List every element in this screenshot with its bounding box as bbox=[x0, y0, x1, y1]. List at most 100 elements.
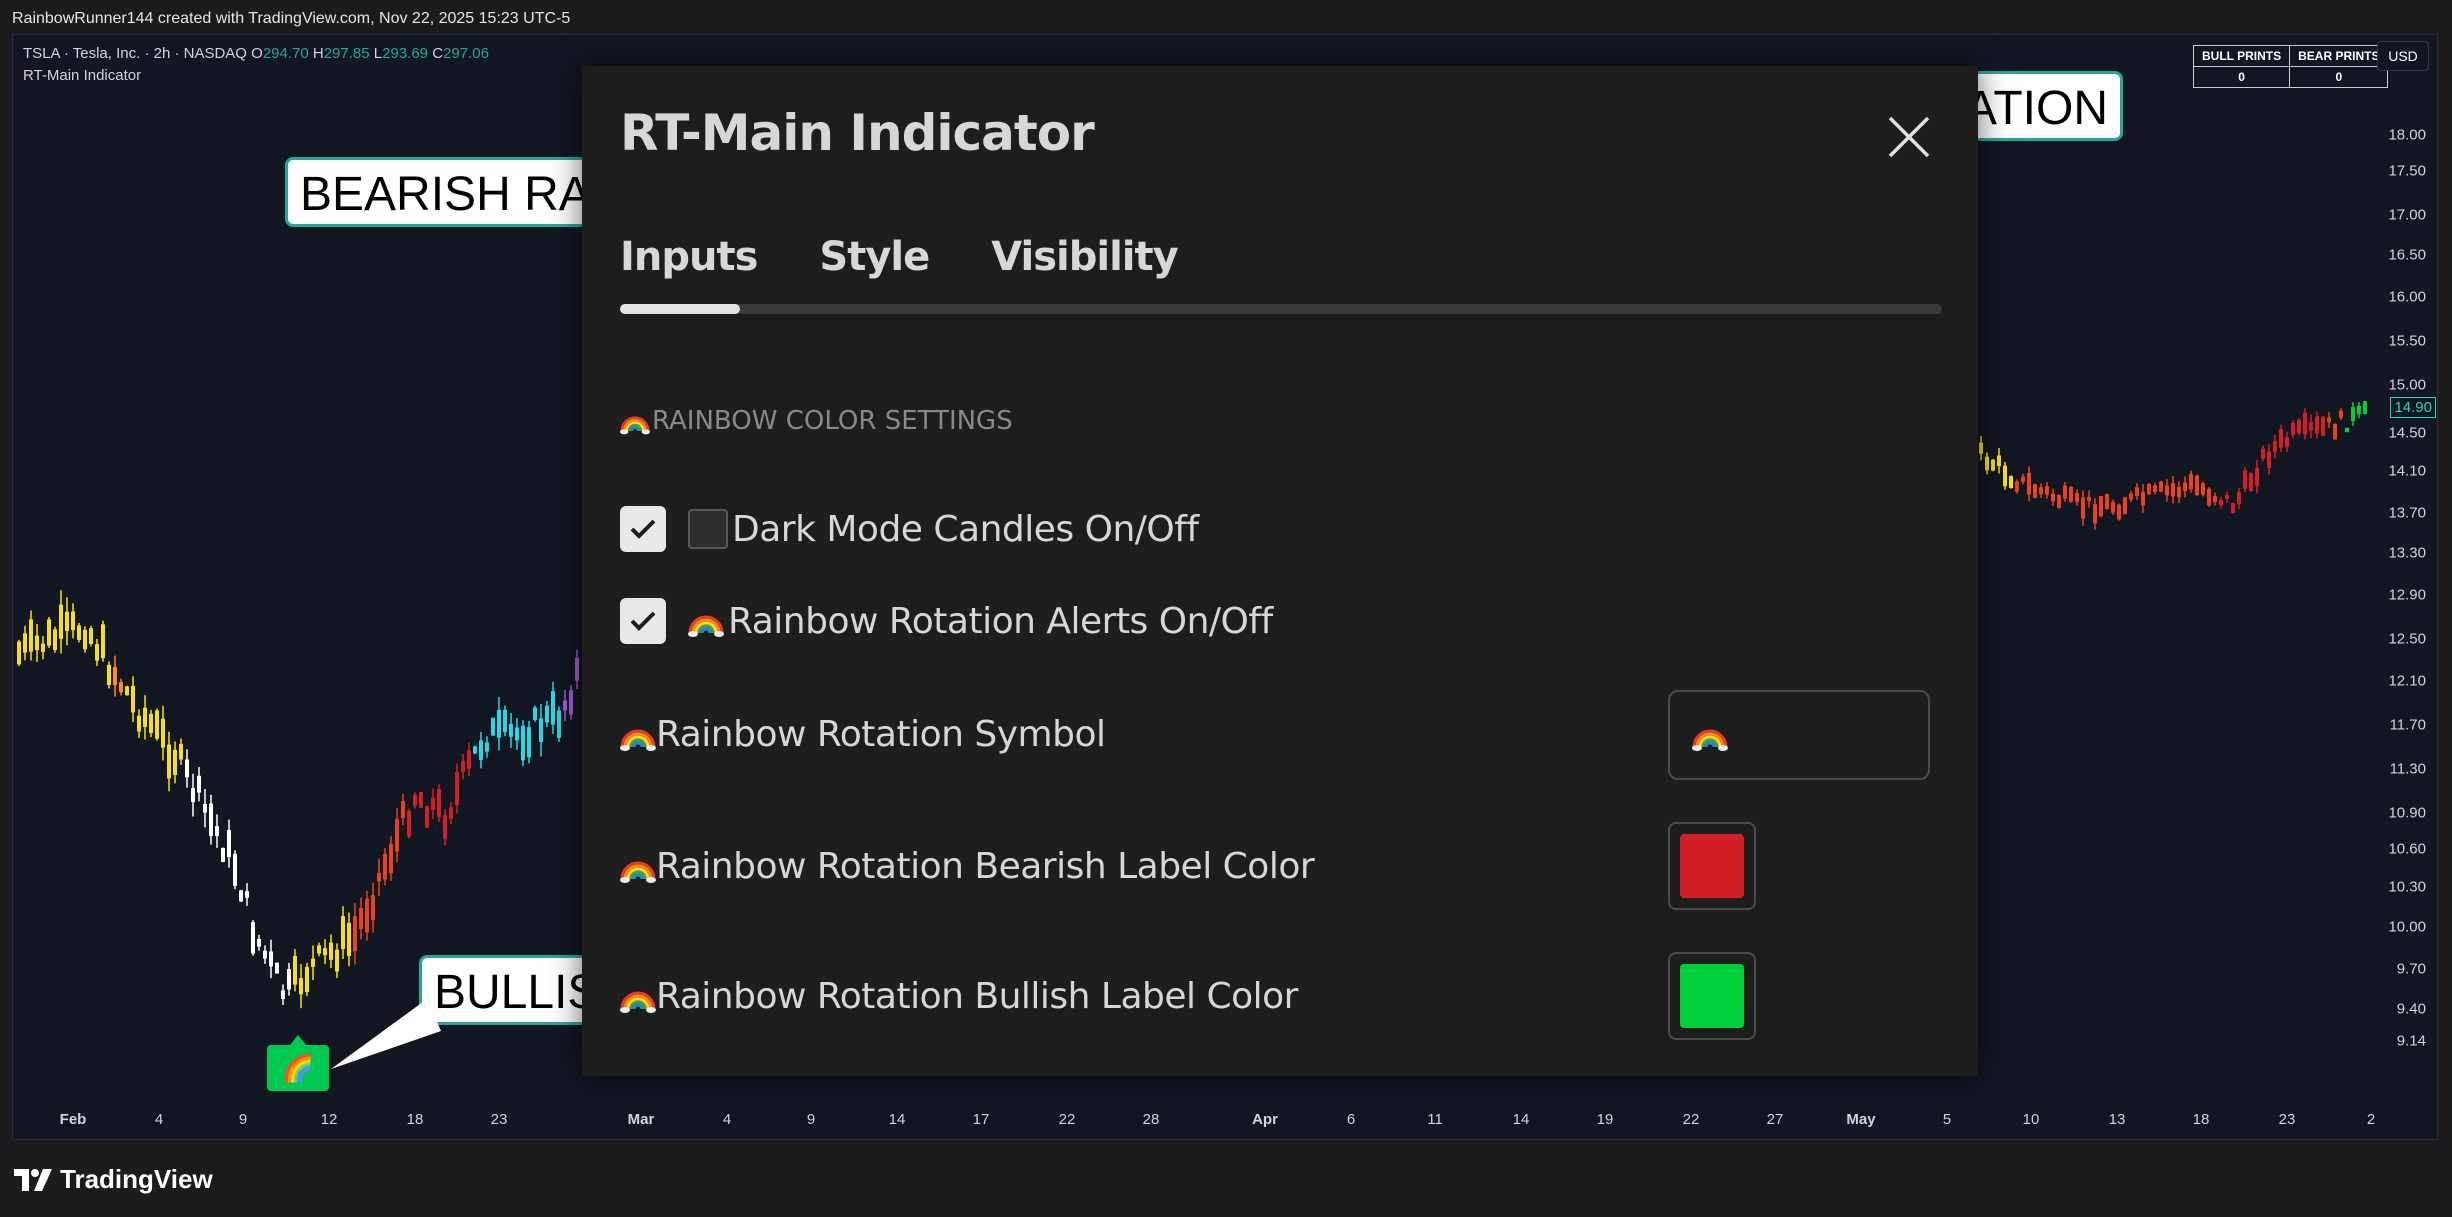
candle bbox=[2057, 495, 2061, 508]
candle bbox=[191, 788, 195, 803]
candle bbox=[461, 761, 465, 772]
candle bbox=[2201, 483, 2205, 495]
bearish-color-swatch[interactable] bbox=[1668, 822, 1756, 910]
time-tick: 18 bbox=[2192, 1111, 2210, 1128]
time-axis[interactable]: Feb 4 9 12 18 23 Mar 4 9 14 17 22 28 Apr 6 11 14 19 22 27 Ma… bbox=[13, 1111, 2376, 1137]
candle bbox=[329, 942, 333, 960]
tab-style[interactable]: Style bbox=[819, 234, 930, 280]
dark-mode-label: Dark Mode Candles On/Off bbox=[732, 508, 1199, 550]
bullish-color-swatch[interactable] bbox=[1668, 952, 1756, 1040]
candle bbox=[2237, 492, 2241, 505]
time-tick: 14 bbox=[1512, 1111, 1530, 1128]
price-tick: 14.50 bbox=[2388, 424, 2426, 442]
candle bbox=[2357, 405, 2361, 415]
candle bbox=[83, 629, 87, 650]
price-axis[interactable]: 14.90 18.00 17.50 17.00 16.50 16.00 15.50 15.0… bbox=[2368, 35, 2437, 1139]
candle bbox=[89, 628, 93, 644]
time-tick: 22 bbox=[1682, 1111, 1700, 1128]
rainbow-icon bbox=[620, 717, 656, 753]
row-bullish-color: Rainbow Rotation Bullish Label Color bbox=[620, 976, 1298, 1017]
time-tick: 17 bbox=[972, 1111, 990, 1128]
candle bbox=[527, 727, 531, 758]
candle bbox=[419, 792, 423, 808]
candle bbox=[2159, 481, 2163, 492]
dark-mode-checkbox[interactable] bbox=[620, 506, 666, 552]
candle bbox=[515, 727, 519, 741]
time-tick: 19 bbox=[1596, 1111, 1614, 1128]
candle bbox=[95, 644, 99, 661]
tab-visibility[interactable]: Visibility bbox=[991, 234, 1178, 280]
candle bbox=[467, 750, 471, 769]
candle bbox=[107, 664, 111, 685]
candle bbox=[551, 691, 555, 725]
legend-open-label: O bbox=[251, 45, 263, 62]
candle bbox=[2087, 496, 2091, 502]
candle bbox=[2309, 422, 2313, 431]
time-tick: 4 bbox=[154, 1111, 164, 1128]
price-tick: 12.50 bbox=[2388, 630, 2426, 648]
time-tick: Mar bbox=[627, 1111, 655, 1128]
candle bbox=[2345, 427, 2349, 433]
candle bbox=[155, 710, 159, 739]
rainbow-icon: 🌈 bbox=[281, 1052, 315, 1083]
rainbow-icon bbox=[620, 849, 656, 885]
candle bbox=[443, 815, 447, 840]
candle bbox=[2351, 406, 2355, 422]
candle bbox=[2045, 486, 2049, 495]
candle bbox=[299, 978, 303, 995]
time-tick: Apr bbox=[1252, 1111, 1278, 1128]
candle bbox=[263, 950, 267, 959]
candle bbox=[2249, 473, 2253, 491]
candle bbox=[1991, 459, 1995, 471]
legend-symbol[interactable]: TSLA · Tesla, Inc. · 2h · NASDAQ bbox=[23, 45, 247, 62]
tradingview-brand: TradingView bbox=[60, 1164, 213, 1194]
legend-indicator[interactable]: RT-Main Indicator bbox=[23, 65, 489, 87]
candle bbox=[209, 803, 213, 836]
row-dark-mode: Dark Mode Candles On/Off bbox=[620, 506, 1199, 552]
bullish-callout: BULLISH RAINBOW ROTATION bbox=[419, 955, 589, 1025]
close-icon[interactable] bbox=[1886, 114, 1932, 160]
bull-prints-header: BULL PRINTS bbox=[2192, 45, 2291, 67]
candle bbox=[2153, 485, 2157, 492]
candle bbox=[323, 948, 327, 956]
candle bbox=[197, 775, 201, 793]
row-alerts: Rainbow Rotation Alerts On/Off bbox=[620, 598, 1273, 644]
candle bbox=[497, 709, 501, 738]
rainbow-icon bbox=[688, 603, 724, 639]
candle bbox=[143, 707, 147, 727]
price-tick: 13.70 bbox=[2388, 504, 2426, 522]
tradingview-logo[interactable]: TradingView bbox=[14, 1164, 213, 1195]
time-tick: 12 bbox=[320, 1111, 338, 1128]
symbol-input[interactable] bbox=[1668, 690, 1930, 780]
alerts-checkbox[interactable] bbox=[620, 598, 666, 644]
candle bbox=[371, 895, 375, 921]
candle bbox=[425, 806, 429, 828]
candle bbox=[203, 803, 207, 813]
time-tick: 10 bbox=[2022, 1111, 2040, 1128]
candle bbox=[2141, 491, 2145, 506]
tab-track bbox=[620, 304, 1942, 314]
candle bbox=[251, 922, 255, 954]
candle bbox=[557, 710, 561, 738]
section-label: RAINBOW COLOR SETTINGS bbox=[652, 406, 1013, 436]
candle bbox=[395, 819, 399, 852]
candle bbox=[17, 641, 21, 665]
legend-close: 297.06 bbox=[443, 45, 489, 62]
tab-inputs[interactable]: Inputs bbox=[620, 234, 758, 280]
legend-low-label: L bbox=[373, 45, 383, 62]
prints-table: BULL PRINTS BEAR PRINTS 0 0 bbox=[2192, 45, 2389, 88]
candle bbox=[167, 744, 171, 779]
candle bbox=[2183, 482, 2187, 492]
candle bbox=[317, 945, 321, 954]
candle bbox=[413, 794, 417, 806]
top-callout: RAINBOW ROTATION bbox=[1953, 71, 2123, 141]
candle bbox=[2075, 492, 2079, 503]
section-rainbow-color-settings: RAINBOW COLOR SETTINGS bbox=[620, 406, 1013, 436]
candle bbox=[2033, 484, 2037, 498]
candle bbox=[239, 890, 243, 902]
bearish-color-fill bbox=[1680, 834, 1744, 898]
candle bbox=[575, 657, 579, 681]
candle bbox=[1985, 456, 1989, 471]
price-tick: 16.50 bbox=[2388, 246, 2426, 264]
candle bbox=[2315, 416, 2319, 434]
